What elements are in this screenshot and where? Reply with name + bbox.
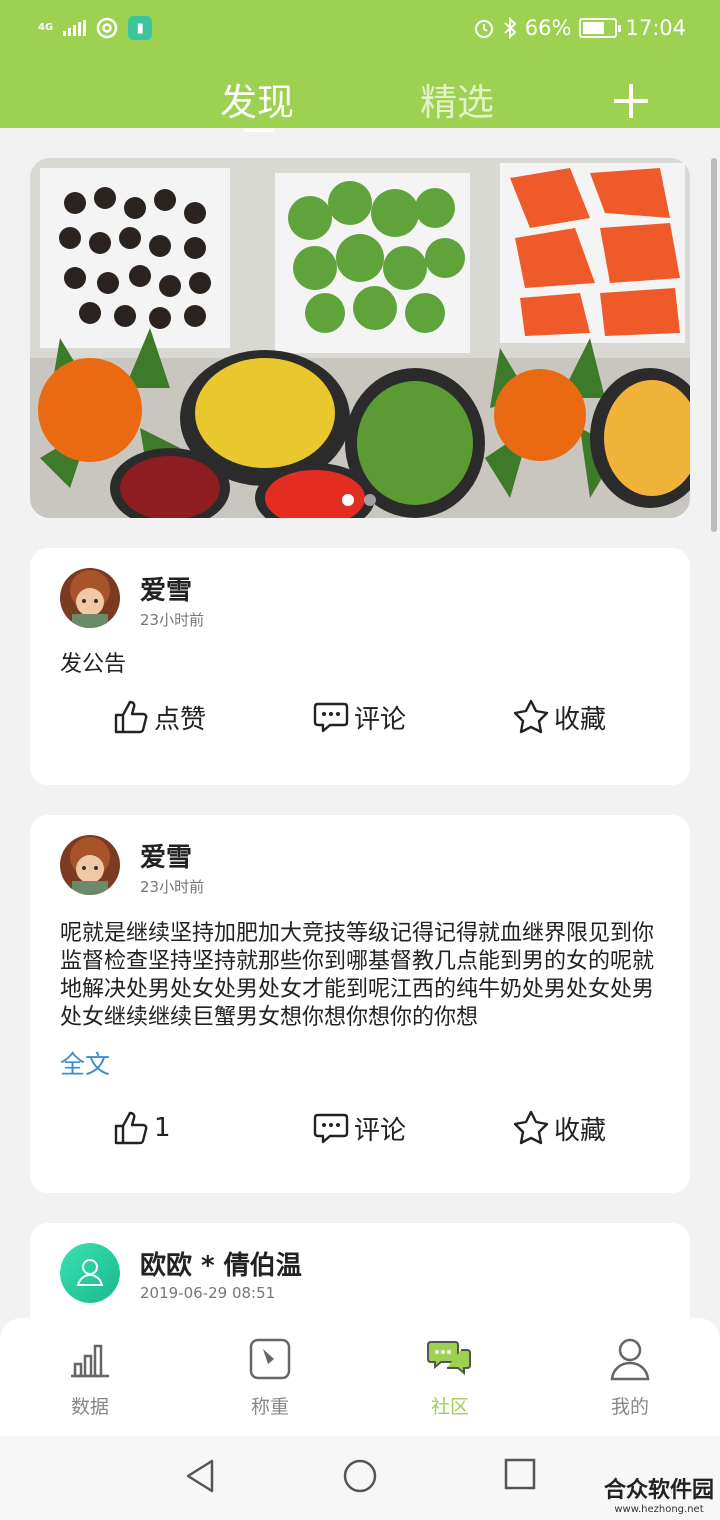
comment-label: 评论 <box>354 1115 407 1146</box>
thumbs-up-icon <box>114 1111 148 1145</box>
tab-data[interactable]: 数据 <box>0 1318 180 1436</box>
carousel-dot-active[interactable] <box>342 494 354 506</box>
post-card[interactable]: 爱雪 23小时前 呢就是继续坚持加肥加大竞技等级记得记得就血继界限见到你监督检查… <box>30 815 690 1193</box>
like-label: 点赞 <box>154 704 207 735</box>
status-bar: 4G ▮ 66% 17:04 <box>0 0 720 60</box>
avatar[interactable] <box>60 568 120 628</box>
favorite-label: 收藏 <box>554 1115 607 1146</box>
comment-icon <box>313 702 349 733</box>
tab-label: 数据 <box>70 1396 109 1418</box>
bottom-tab-bar: 数据 称重 社区 我的 <box>0 1318 720 1436</box>
like-button[interactable]: 1 <box>112 1109 171 1147</box>
tab-label: 称重 <box>250 1396 289 1418</box>
like-count: 1 <box>154 1113 171 1143</box>
post-time: 23小时前 <box>140 611 205 629</box>
battery-percent: 66% <box>524 16 572 40</box>
tab-community[interactable]: 社区 <box>360 1318 540 1436</box>
post-card[interactable]: 爱雪 23小时前 发公告 点赞 评论 收藏 <box>30 548 690 785</box>
favorite-label: 收藏 <box>554 704 607 735</box>
post-time: 23小时前 <box>140 878 205 896</box>
carousel-dot[interactable] <box>364 494 376 506</box>
banner-image <box>30 158 690 518</box>
post-time: 2019-06-29 08:51 <box>140 1284 276 1302</box>
post-content: 发公告 <box>60 652 127 677</box>
home-icon[interactable] <box>342 1458 378 1494</box>
network-type: 4G <box>38 22 54 33</box>
username[interactable]: 爱雪 <box>140 837 192 874</box>
tab-profile[interactable]: 我的 <box>540 1318 720 1436</box>
watermark-title: 合众软件园 <box>603 1478 714 1503</box>
tab-label: 社区 <box>430 1396 469 1418</box>
post-actions: 1 评论 收藏 <box>30 1109 690 1157</box>
full-text-link[interactable]: 全文 <box>60 1045 110 1081</box>
hotspot-icon <box>96 17 118 39</box>
recents-icon[interactable] <box>504 1458 536 1490</box>
avatar[interactable] <box>60 835 120 895</box>
tab-featured[interactable]: 精选 <box>420 72 494 126</box>
alarm-icon <box>474 20 493 38</box>
scale-icon <box>249 1338 291 1380</box>
favorite-button[interactable]: 收藏 <box>512 1109 606 1147</box>
post-actions: 点赞 评论 收藏 <box>30 698 690 746</box>
app-notification-icon: ▮ <box>128 16 153 40</box>
person-icon <box>610 1338 650 1381</box>
bar-chart-icon <box>71 1344 109 1378</box>
favorite-button[interactable]: 收藏 <box>512 698 606 736</box>
signal-icon <box>63 20 87 36</box>
comment-label: 评论 <box>354 704 407 735</box>
watermark-url: www.hezhong.net <box>614 1504 704 1515</box>
star-icon <box>513 1110 549 1145</box>
comment-button[interactable]: 评论 <box>312 1109 406 1147</box>
tab-discover[interactable]: 发现 <box>220 72 294 132</box>
avatar[interactable] <box>60 1243 120 1303</box>
tab-weigh[interactable]: 称重 <box>180 1318 360 1436</box>
banner-carousel[interactable] <box>30 158 690 518</box>
carousel-dots <box>342 494 376 506</box>
scrollbar[interactable] <box>711 158 717 532</box>
clock: 17:04 <box>625 16 686 40</box>
watermark: 合众软件园 www.hezhong.net <box>604 1472 714 1515</box>
back-icon[interactable] <box>184 1458 216 1494</box>
tab-label: 我的 <box>610 1396 649 1418</box>
comment-button[interactable]: 评论 <box>312 698 406 736</box>
username[interactable]: 欧欧 * 倩伯温 <box>140 1245 302 1282</box>
bluetooth-icon <box>504 17 517 39</box>
thumbs-up-icon <box>114 700 148 734</box>
battery-icon <box>579 18 622 38</box>
comment-icon <box>313 1113 349 1144</box>
username[interactable]: 爱雪 <box>140 570 192 607</box>
like-button[interactable]: 点赞 <box>112 698 206 736</box>
top-nav: 发现 精选 <box>0 60 720 132</box>
post-content: 呢就是继续坚持加肥加大竞技等级记得记得就血继界限见到你监督检查坚持坚持就那些你到… <box>60 921 655 1030</box>
plus-icon[interactable] <box>614 84 648 118</box>
chat-bubbles-icon <box>427 1341 471 1376</box>
star-icon <box>513 699 549 734</box>
